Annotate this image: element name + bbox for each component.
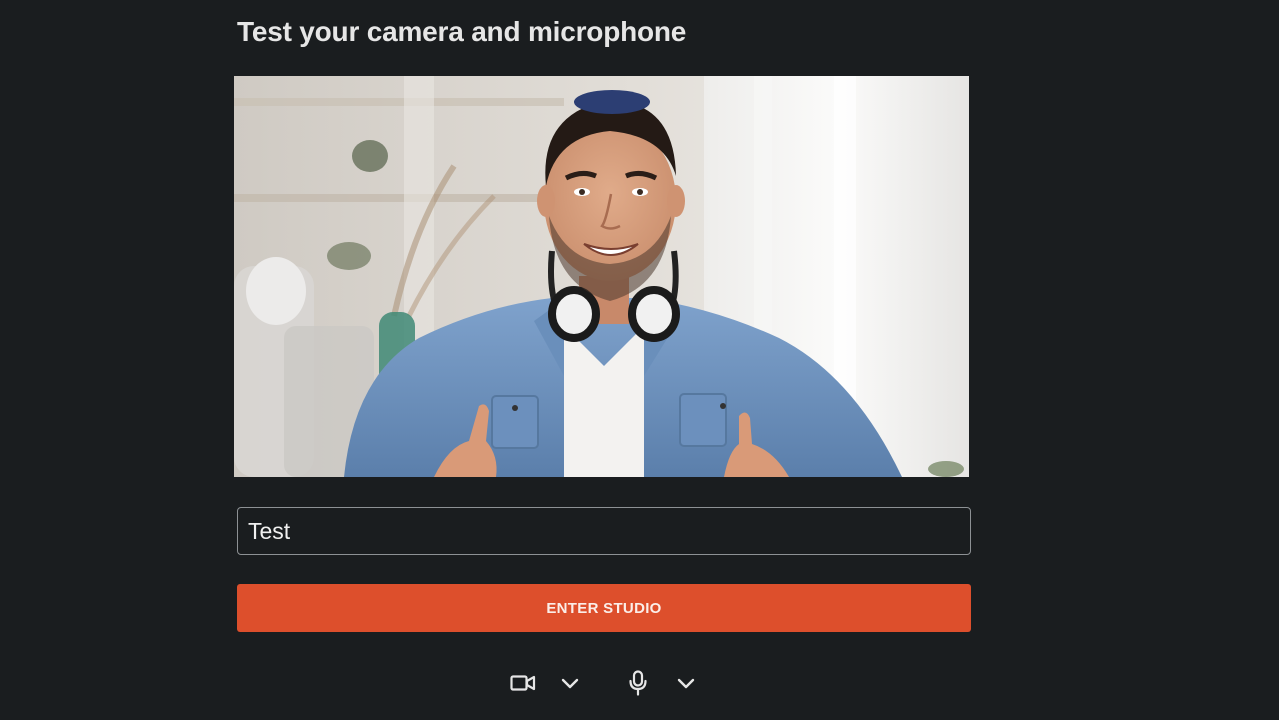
enter-studio-button[interactable]: ENTER STUDIO bbox=[237, 584, 971, 632]
display-name-field[interactable] bbox=[237, 507, 971, 555]
camera-options-button[interactable] bbox=[553, 668, 587, 702]
camera-toggle-button[interactable] bbox=[506, 668, 540, 702]
display-name-input[interactable] bbox=[238, 508, 970, 554]
microphone-options-button[interactable] bbox=[669, 668, 703, 702]
device-controls bbox=[500, 668, 710, 702]
microphone-toggle-button[interactable] bbox=[621, 668, 655, 702]
studio-setup-page: Test your camera and microphone Test ENT… bbox=[0, 0, 1279, 720]
camera-preview bbox=[234, 76, 969, 477]
camera-preview-image bbox=[234, 76, 969, 477]
chevron-down-icon bbox=[677, 676, 695, 694]
camera-icon bbox=[510, 673, 536, 698]
chevron-down-icon bbox=[561, 676, 579, 694]
page-title: Test your camera and microphone bbox=[237, 16, 687, 47]
microphone-icon bbox=[628, 669, 648, 701]
